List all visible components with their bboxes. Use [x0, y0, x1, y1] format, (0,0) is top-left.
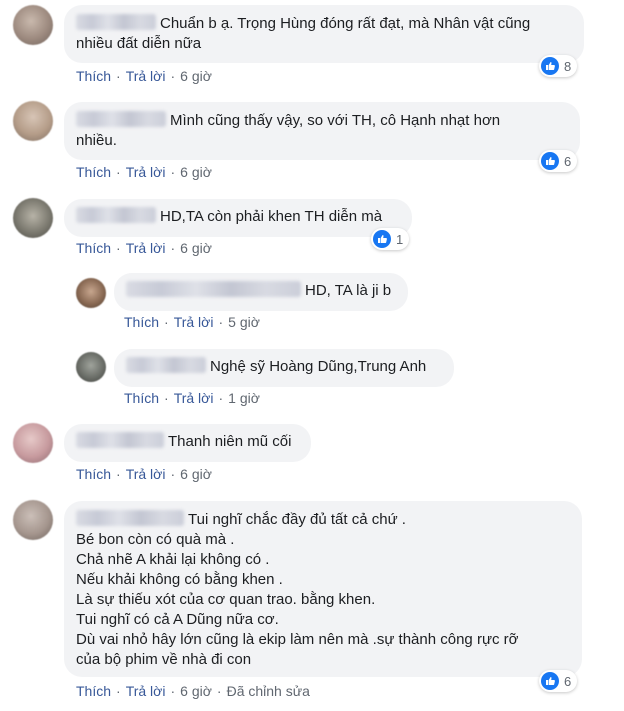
- avatar[interactable]: [76, 278, 106, 308]
- comment-text: Tui nghĩ chắc đầy đủ tất cả chứ . Bé bon…: [76, 511, 519, 668]
- timestamp[interactable]: 5 giờ: [228, 314, 260, 330]
- timestamp[interactable]: 6 giờ: [180, 466, 212, 482]
- comment-bubble: Mình cũng thấy vậy, so với TH, cô Hạnh n…: [64, 102, 580, 160]
- timestamp[interactable]: 6 giờ: [180, 68, 212, 84]
- reply-link[interactable]: Trả lời: [126, 683, 166, 699]
- comment-bubble: HD,TA còn phải khen TH diễn mà: [64, 199, 412, 237]
- comment-bubble: Chuẩn b ạ. Trọng Hùng đóng rất đạt, mà N…: [64, 5, 584, 63]
- like-link[interactable]: Thích: [76, 68, 111, 84]
- reaction-badge[interactable]: 8: [539, 55, 578, 77]
- comment-bubble: Tui nghĩ chắc đầy đủ tất cả chứ . Bé bon…: [64, 501, 582, 677]
- reply-link[interactable]: Trả lời: [126, 164, 166, 180]
- thumbs-up-icon: [541, 672, 559, 690]
- avatar[interactable]: [76, 352, 106, 382]
- timestamp[interactable]: 6 giờ: [180, 240, 212, 256]
- avatar[interactable]: [13, 500, 53, 540]
- reply-text: Nghệ sỹ Hoàng Dũng,Trung Anh: [210, 358, 427, 375]
- commenter-name-blurred[interactable]: [76, 510, 184, 526]
- like-link[interactable]: Thích: [76, 683, 111, 699]
- reaction-count: 1: [396, 231, 404, 247]
- reply-link[interactable]: Trả lời: [126, 240, 166, 256]
- avatar[interactable]: [13, 198, 53, 238]
- thumbs-up-icon: [541, 152, 559, 170]
- reply-link[interactable]: Trả lời: [174, 314, 214, 330]
- reaction-badge[interactable]: 6: [539, 150, 578, 172]
- timestamp[interactable]: 6 giờ: [180, 683, 212, 699]
- reply-bubble: HD, TA là ji b: [114, 273, 408, 311]
- commenter-name-blurred[interactable]: [76, 432, 164, 448]
- like-link[interactable]: Thích: [76, 164, 111, 180]
- like-link[interactable]: Thích: [76, 240, 111, 256]
- reaction-badge[interactable]: 6: [539, 670, 578, 692]
- commenter-name-blurred[interactable]: [76, 14, 156, 30]
- like-link[interactable]: Thích: [124, 314, 159, 330]
- like-link[interactable]: Thích: [124, 390, 159, 406]
- reaction-count: 6: [564, 673, 572, 689]
- edited-label[interactable]: Đã chỉnh sửa: [227, 683, 310, 699]
- timestamp[interactable]: 6 giờ: [180, 164, 212, 180]
- reaction-badge[interactable]: 1: [371, 228, 410, 250]
- comment-text: Thanh niên mũ cối: [168, 433, 292, 450]
- reply-text: HD, TA là ji b: [305, 282, 392, 299]
- commenter-name-blurred[interactable]: [126, 281, 301, 297]
- reaction-count: 8: [564, 58, 572, 74]
- like-link[interactable]: Thích: [76, 466, 111, 482]
- comment-actions: Thích · Trả lời · 6 giờ: [76, 240, 212, 256]
- reply-bubble: Nghệ sỹ Hoàng Dũng,Trung Anh: [114, 349, 454, 387]
- timestamp[interactable]: 1 giờ: [228, 390, 260, 406]
- comment-actions: Thích · Trả lời · 6 giờ · Đã chỉnh sửa: [76, 683, 310, 699]
- comment-actions: Thích · Trả lời · 6 giờ: [76, 68, 212, 84]
- avatar[interactable]: [13, 423, 53, 463]
- comment-actions: Thích · Trả lời · 6 giờ: [76, 164, 212, 180]
- reply-link[interactable]: Trả lời: [174, 390, 214, 406]
- comment-actions: Thích · Trả lời · 6 giờ: [76, 466, 212, 482]
- commenter-name-blurred[interactable]: [76, 111, 166, 127]
- reply-actions: Thích · Trả lời · 5 giờ: [124, 314, 260, 330]
- commenter-name-blurred[interactable]: [76, 207, 156, 223]
- avatar[interactable]: [13, 101, 53, 141]
- comment-bubble: Thanh niên mũ cối: [64, 424, 311, 462]
- avatar[interactable]: [13, 5, 53, 45]
- reply-actions: Thích · Trả lời · 1 giờ: [124, 390, 260, 406]
- comment-text: HD,TA còn phải khen TH diễn mà: [160, 208, 383, 225]
- thumbs-up-icon: [373, 230, 391, 248]
- commenter-name-blurred[interactable]: [126, 357, 206, 373]
- reply-link[interactable]: Trả lời: [126, 466, 166, 482]
- reaction-count: 6: [564, 153, 572, 169]
- thumbs-up-icon: [541, 57, 559, 75]
- reply-link[interactable]: Trả lời: [126, 68, 166, 84]
